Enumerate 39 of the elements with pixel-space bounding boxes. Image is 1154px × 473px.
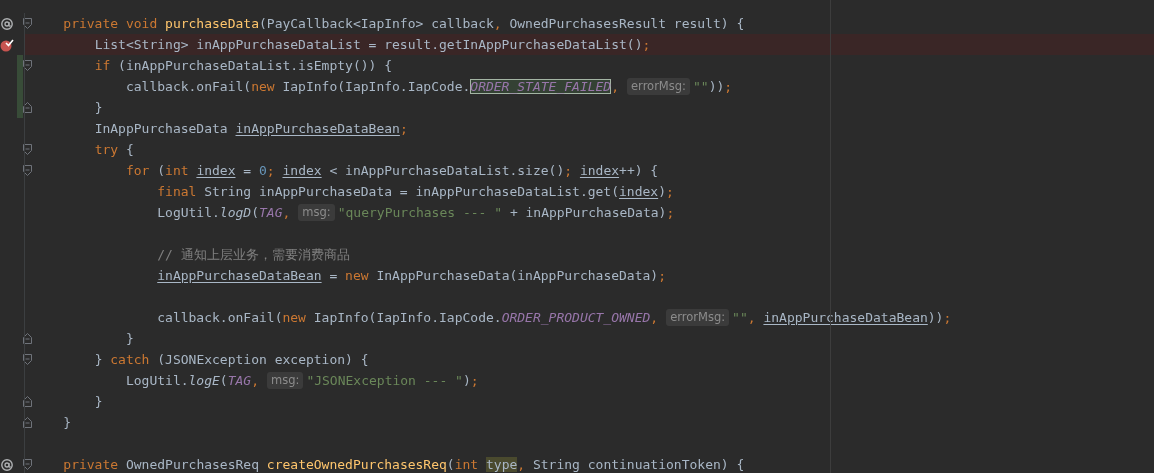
parameter-hint: msg: xyxy=(267,372,304,389)
code-text: "", inAppPurchaseDataBean)); xyxy=(732,309,952,326)
code-text: private OwnedPurchasesReq createOwnedPurchasesReq(int type, String continuationToken) { xyxy=(63,456,745,473)
fold-icon[interactable] xyxy=(23,165,32,176)
code-text: "")); xyxy=(692,78,733,95)
code-text: final String inAppPurchaseData = inAppPurchaseDataList.get(index); xyxy=(157,183,674,200)
fold-icon[interactable] xyxy=(23,396,32,407)
code-text: LogUtil.logE(TAG, xyxy=(125,372,259,389)
fold-icon[interactable] xyxy=(23,60,32,71)
code-text: } catch (JSONException exception) { xyxy=(94,351,369,368)
code-text: inAppPurchaseDataBean = new InAppPurchaseData(inAppPurchaseData); xyxy=(157,267,666,284)
fold-icon[interactable] xyxy=(23,354,32,365)
code-text: } xyxy=(94,99,103,116)
code-text: } xyxy=(125,330,134,347)
code-text: InAppPurchaseData inAppPurchaseDataBean; xyxy=(94,120,408,137)
fold-icon[interactable] xyxy=(23,144,32,155)
parameter-hint: errorMsg: xyxy=(627,78,690,95)
code-text: LogUtil.logD(TAG, xyxy=(157,204,291,221)
code-text: List<String> inAppPurchaseDataList = result.getInAppPurchaseDataList(); xyxy=(94,36,651,53)
fold-icon[interactable] xyxy=(23,459,32,470)
fold-icon[interactable] xyxy=(23,417,32,428)
code-text: } xyxy=(63,414,72,431)
code-text: "queryPurchases --- " + inAppPurchaseData); xyxy=(337,204,675,221)
breakpoint-icon[interactable] xyxy=(0,37,14,52)
code-text: callback.onFail(new IapInfo(IapInfo.IapCode.ORDER_PRODUCT_OWNED, xyxy=(157,309,659,326)
code-text: private void purchaseData(PayCallback<IapInfo> callback, OwnedPurchasesResult result) { xyxy=(63,15,745,32)
code-text: if (inAppPurchaseDataList.isEmpty()) { xyxy=(94,57,393,74)
code-text: try { xyxy=(94,141,134,158)
parameter-hint: errorMsg: xyxy=(666,309,730,326)
code-text: } xyxy=(94,393,103,410)
override-icon[interactable] xyxy=(0,16,14,31)
parameter-hint: msg: xyxy=(298,204,335,221)
fold-icon[interactable] xyxy=(23,333,32,344)
code-text: for (int index = 0; index < inAppPurchaseDataList.size(); index++) { xyxy=(125,162,659,179)
override-icon[interactable] xyxy=(0,457,14,472)
code-text: // 通知上层业务，需要消费商品 xyxy=(157,246,350,263)
code-text: "JSONException --- "); xyxy=(306,372,479,389)
fold-icon[interactable] xyxy=(23,102,32,113)
fold-icon[interactable] xyxy=(23,18,32,29)
